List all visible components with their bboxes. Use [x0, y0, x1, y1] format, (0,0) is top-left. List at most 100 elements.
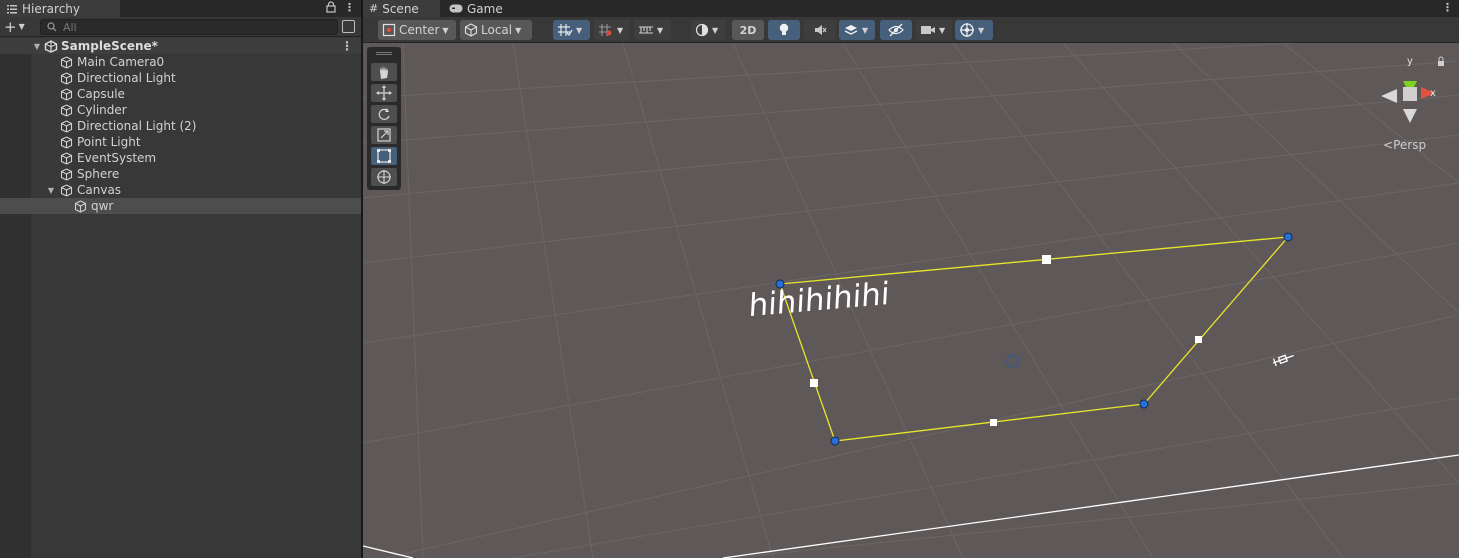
increment-snap-toggle[interactable]: ▼ [594, 20, 630, 40]
hierarchy-panel: Hierarchy ⋮ + ▼ ▼ SampleScene* ⋮ Main Ca… [0, 0, 361, 558]
gizmos-dropdown[interactable]: ▼ [955, 20, 993, 40]
expand-arrow-icon[interactable]: ▼ [46, 186, 56, 195]
tab-hierarchy[interactable]: Hierarchy [0, 0, 120, 17]
tab-game[interactable]: Game [443, 0, 513, 17]
chevron-down-icon: ▼ [515, 25, 522, 35]
rect-tool-button[interactable] [371, 147, 397, 165]
hierarchy-item-selected[interactable]: qwr [0, 198, 361, 214]
gameobject-cube-icon [60, 183, 73, 197]
increment-snap-icon [599, 24, 612, 36]
hierarchy-search[interactable] [40, 19, 338, 35]
pivot-handle[interactable] [1006, 354, 1020, 368]
hierarchy-item[interactable]: Capsule [0, 86, 361, 102]
gameobject-cube-icon [60, 71, 73, 85]
move-tool-button[interactable] [371, 84, 397, 102]
move-arrows-icon [376, 85, 392, 101]
corner-handle-bottom-left[interactable] [830, 436, 840, 446]
ruler-toggle[interactable]: ▼ [634, 20, 671, 40]
hierarchy-item-label: Directional Light (2) [77, 119, 197, 133]
rotate-tool-button[interactable] [371, 105, 397, 123]
projection-toggle[interactable]: <Persp [1383, 138, 1426, 152]
light-gizmo-icon [1272, 354, 1294, 367]
chevron-down-icon: ▼ [18, 22, 25, 31]
persp-label: Persp [1393, 138, 1427, 152]
chevron-down-icon: ▼ [978, 25, 985, 35]
panel-menu-icon[interactable]: ⋮ [344, 1, 355, 14]
grid-snap-toggle[interactable]: ▼ [553, 20, 590, 40]
shading-mode-dropdown[interactable]: ▼ [691, 20, 726, 40]
gameobject-cube-icon [60, 167, 73, 181]
hierarchy-item[interactable]: EventSystem [0, 150, 361, 166]
lock-icon[interactable] [326, 1, 336, 13]
rect-handle-left[interactable] [810, 379, 818, 387]
rect-handle-top[interactable] [1042, 255, 1051, 264]
scene-menu-icon[interactable]: ⋮ [341, 39, 353, 53]
lighting-toggle[interactable] [768, 20, 800, 40]
hierarchy-tab-controls: ⋮ [326, 1, 355, 14]
hierarchy-item-canvas[interactable]: ▼ Canvas [0, 182, 361, 198]
hierarchy-item-label: Capsule [77, 87, 125, 101]
hierarchy-toolbar: + ▼ [0, 17, 361, 37]
hierarchy-item[interactable]: Main Camera0 [0, 54, 361, 70]
hierarchy-item-label: Directional Light [77, 71, 176, 85]
gizmo-globe-icon [960, 23, 974, 37]
hierarchy-item[interactable]: Directional Light (2) [0, 118, 361, 134]
unity-scene-icon [44, 39, 58, 53]
gameobject-cube-icon [74, 199, 87, 213]
tool-palette [367, 47, 401, 190]
scene-tabbar: # Scene Game ⋮ [363, 0, 1459, 17]
gameobject-cube-icon [60, 119, 73, 133]
hierarchy-tree: ▼ SampleScene* ⋮ Main Camera0 Directiona… [0, 38, 361, 558]
tab-scene[interactable]: # Scene [363, 0, 440, 17]
scene-viewport[interactable]: hihihihihi y x <Persp [363, 43, 1459, 558]
rect-handle-right[interactable] [1195, 336, 1202, 343]
hierarchy-item[interactable]: Sphere [0, 166, 361, 182]
effects-dropdown[interactable]: ▼ [839, 20, 875, 40]
camera-dropdown[interactable]: ▼ [916, 20, 952, 40]
pivot-label: Center [399, 23, 440, 37]
chevron-down-icon: ▼ [657, 25, 664, 35]
search-icon [47, 22, 57, 32]
plus-icon: + [4, 18, 17, 36]
scene-panel: # Scene Game ⋮ Center ▼ Local ▼ ▼ ▼ ▼ ▼ … [363, 0, 1459, 558]
transform-tool-button[interactable] [371, 168, 397, 186]
hand-tool-button[interactable] [371, 63, 397, 81]
scene-row[interactable]: ▼ SampleScene* ⋮ [0, 38, 361, 54]
scale-tool-button[interactable] [371, 126, 397, 144]
canvas-boundary-line [722, 454, 1459, 558]
canvas-boundary-line [363, 545, 414, 558]
gameobject-cube-icon [60, 151, 73, 165]
rotate-icon [378, 108, 390, 120]
search-input[interactable] [63, 20, 313, 34]
corner-handle-top-right[interactable] [1283, 232, 1293, 242]
audio-toggle[interactable] [804, 20, 836, 40]
grid-snap-icon [558, 24, 573, 37]
pivot-dropdown[interactable]: Center ▼ [378, 20, 456, 40]
hierarchy-tabbar: Hierarchy ⋮ [0, 0, 361, 17]
space-dropdown[interactable]: Local ▼ [460, 20, 532, 40]
hierarchy-item-label: Sphere [77, 167, 120, 181]
scene-visibility-toggle[interactable] [880, 20, 912, 40]
mode-2d-label: 2D [739, 23, 757, 37]
gizmo-lock-icon[interactable] [1438, 56, 1444, 66]
add-object-button[interactable]: + ▼ [4, 18, 25, 36]
scene-visibility-toggle-icon[interactable] [342, 20, 355, 33]
chevron-down-icon: ▼ [712, 25, 719, 35]
expand-arrow-icon[interactable]: ▼ [32, 42, 42, 51]
transform-icon [377, 170, 391, 184]
mode-2d-toggle[interactable]: 2D [732, 20, 764, 40]
gameobject-cube-icon [60, 135, 73, 149]
scene-tab-controls: ⋮ [1442, 1, 1453, 14]
rect-handle-bottom[interactable] [990, 419, 997, 426]
hierarchy-item-label: Point Light [77, 135, 141, 149]
hierarchy-item[interactable]: Cylinder [0, 102, 361, 118]
panel-menu-icon[interactable]: ⋮ [1442, 1, 1453, 14]
corner-handle-bottom-right[interactable] [1139, 399, 1149, 409]
tab-scene-label: Scene [382, 1, 419, 16]
palette-drag-handle[interactable] [376, 52, 392, 55]
chevron-down-icon: ▼ [617, 25, 624, 35]
hierarchy-item[interactable]: Point Light [0, 134, 361, 150]
hierarchy-item[interactable]: Directional Light [0, 70, 361, 86]
gameobject-cube-icon [60, 103, 73, 117]
hierarchy-item-label: Cylinder [77, 103, 127, 117]
